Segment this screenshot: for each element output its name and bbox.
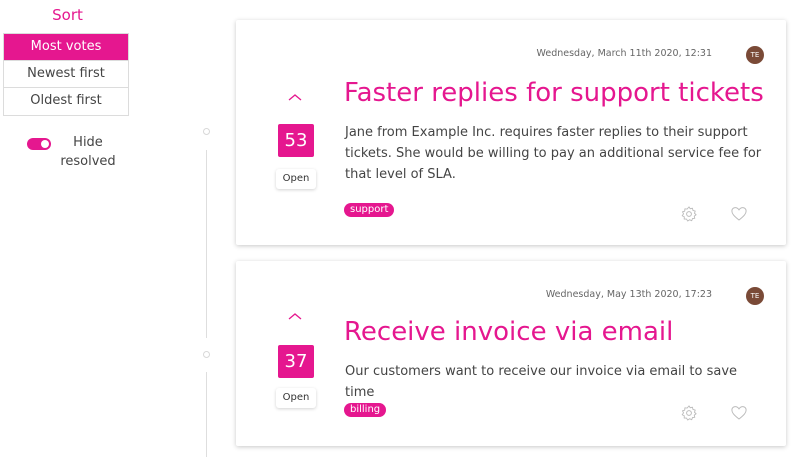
favorite-button[interactable] — [730, 404, 748, 422]
sort-option-most-votes[interactable]: Most votes — [4, 34, 128, 61]
chevron-up-icon — [288, 313, 302, 320]
sort-title: Sort — [52, 6, 83, 24]
settings-button[interactable] — [680, 205, 698, 223]
card-description: Our customers want to receive our invoic… — [345, 364, 738, 400]
avatar[interactable]: TE — [746, 287, 764, 305]
feedback-card: Wednesday, May 13th 2020, 17:23 TE 37 Op… — [236, 261, 786, 446]
card-title[interactable]: Faster replies for support tickets — [344, 78, 764, 108]
card-description: Jane from Example Inc. requires faster r… — [345, 125, 762, 182]
tag-badge[interactable]: support — [344, 203, 395, 217]
sort-options: Most votes Newest first Oldest first — [3, 33, 129, 116]
chevron-up-icon — [288, 94, 302, 101]
sort-option-oldest-first[interactable]: Oldest first — [4, 88, 128, 115]
hide-resolved-toggle[interactable] — [27, 138, 51, 150]
feedback-card: Wednesday, March 11th 2020, 12:31 TE 53 … — [236, 20, 786, 245]
timeline-dot — [203, 128, 210, 135]
tag-badge[interactable]: billing — [344, 403, 387, 417]
hide-resolved-label: Hide resolved — [60, 135, 116, 169]
toggle-knob — [41, 140, 49, 148]
vote-count: 37 — [278, 345, 314, 378]
favorite-button[interactable] — [730, 205, 748, 223]
vote-count: 53 — [278, 124, 314, 157]
avatar[interactable]: TE — [746, 46, 764, 64]
status-badge: Open — [276, 388, 316, 408]
status-badge: Open — [276, 169, 316, 189]
timeline-line — [206, 150, 207, 338]
card-date: Wednesday, March 11th 2020, 12:31 — [536, 48, 712, 59]
settings-button[interactable] — [680, 404, 698, 422]
timeline-line — [206, 372, 207, 457]
timeline-dot — [203, 351, 210, 358]
card-date: Wednesday, May 13th 2020, 17:23 — [545, 289, 712, 300]
upvote-button[interactable] — [285, 309, 305, 323]
sort-option-newest-first[interactable]: Newest first — [4, 61, 128, 88]
gear-icon — [681, 405, 697, 421]
heart-icon — [731, 207, 747, 221]
card-title[interactable]: Receive invoice via email — [344, 317, 673, 347]
upvote-button[interactable] — [285, 90, 305, 104]
gear-icon — [681, 206, 697, 222]
heart-icon — [731, 406, 747, 420]
